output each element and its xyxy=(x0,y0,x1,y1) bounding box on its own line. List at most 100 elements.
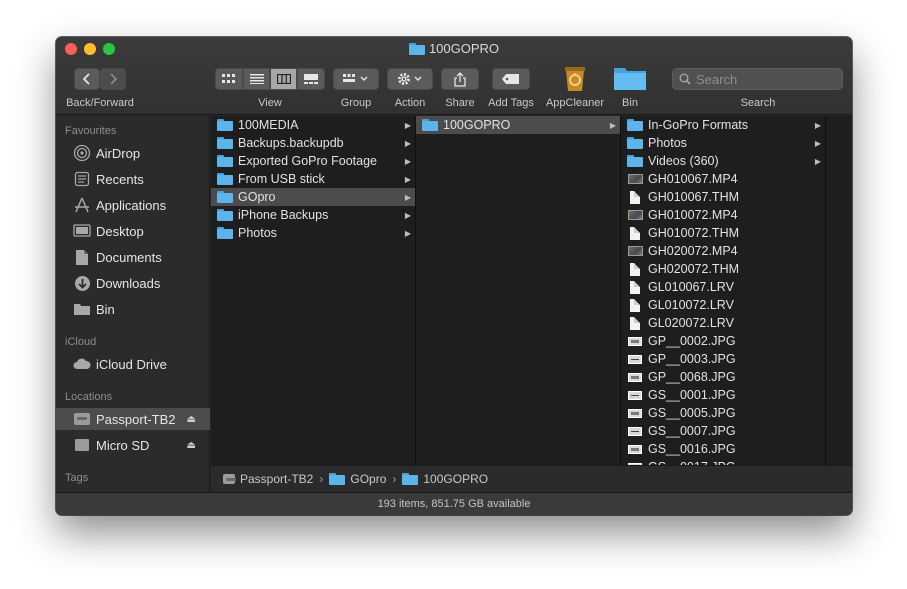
list-view-button[interactable] xyxy=(243,68,270,90)
share-button[interactable] xyxy=(441,68,479,90)
path-segment[interactable]: 100GOPRO xyxy=(423,472,488,486)
file-row[interactable]: GH010072.THM xyxy=(621,224,825,242)
file-row[interactable]: GH020072.THM xyxy=(621,260,825,278)
back-button[interactable] xyxy=(74,68,100,90)
action-label: Action xyxy=(394,97,426,109)
folder-row[interactable]: GOpro ▶ xyxy=(211,188,415,206)
sidebar-item-label: Passport-TB2 xyxy=(96,411,176,427)
folder-icon xyxy=(627,118,643,132)
folder-row[interactable]: Photos ▶ xyxy=(211,224,415,242)
file-row[interactable]: GS__0005.JPG xyxy=(621,404,825,422)
action-button[interactable] xyxy=(387,68,433,90)
path-segment[interactable]: Passport-TB2 xyxy=(240,472,313,486)
document-icon xyxy=(627,298,643,312)
gallery-icon xyxy=(304,74,318,84)
item-name: GS__0001.JPG xyxy=(648,388,736,402)
sidebar-item-icloud-drive[interactable]: iCloud Drive xyxy=(56,353,210,375)
group-button[interactable] xyxy=(333,68,379,90)
folder-row[interactable]: In-GoPro Formats ▶ xyxy=(621,116,825,134)
sidebar-item-recents[interactable]: Recents xyxy=(56,168,210,190)
path-separator: › xyxy=(319,472,324,486)
group-icon xyxy=(343,74,368,82)
folder-row[interactable]: From USB stick ▶ xyxy=(211,170,415,188)
sidebar-item-label: Documents xyxy=(96,249,162,265)
search-input[interactable]: Search xyxy=(672,68,843,90)
file-row[interactable]: GP__0002.JPG xyxy=(621,332,825,350)
sidebar-item-passport-tb2[interactable]: Passport-TB2 ⏏ xyxy=(56,408,210,430)
browser-column-1: 100MEDIA ▶ Backups.backupdb ▶ Exported GoPro… xyxy=(211,116,416,465)
disclosure-arrow-icon: ▶ xyxy=(404,156,411,166)
sidebar-item-airdrop[interactable]: AirDrop xyxy=(56,142,210,164)
folder-row[interactable]: iPhone Backups ▶ xyxy=(211,206,415,224)
image-icon xyxy=(627,334,643,348)
item-name: Videos (360) xyxy=(648,154,719,168)
file-row[interactable]: GH010067.THM xyxy=(621,188,825,206)
appcleaner-button[interactable] xyxy=(562,64,588,92)
document-icon xyxy=(627,262,643,276)
file-row[interactable]: GH020072.MP4 xyxy=(621,242,825,260)
path-separator: › xyxy=(392,472,397,486)
bin-toolbar-button[interactable] xyxy=(613,64,647,92)
image-icon xyxy=(627,406,643,420)
file-row[interactable]: GP__0068.JPG xyxy=(621,368,825,386)
sidebar-item-applications[interactable]: Applications xyxy=(56,194,210,216)
sidebar-item-documents[interactable]: Documents xyxy=(56,246,210,268)
item-name: GS__0016.JPG xyxy=(648,442,736,456)
file-row[interactable]: GS__0001.JPG xyxy=(621,386,825,404)
sidebar-item-micro-sd[interactable]: Micro SD ⏏ xyxy=(56,434,210,456)
add-tags-label: Add Tags xyxy=(488,97,534,109)
file-row[interactable]: GL010072.LRV xyxy=(621,296,825,314)
search-label: Search xyxy=(740,97,776,109)
image-icon xyxy=(627,442,643,456)
sidebar-item-label: Bin xyxy=(96,301,115,317)
path-bar: Passport-TB2 › GOpro › 100GOPRO xyxy=(211,465,852,492)
file-row[interactable]: GH010067.MP4 xyxy=(621,170,825,188)
recents-icon xyxy=(72,170,92,188)
path-segment[interactable]: GOpro xyxy=(350,472,386,486)
document-icon xyxy=(627,190,643,204)
file-row[interactable]: GS__0016.JPG xyxy=(621,440,825,458)
folder-row[interactable]: 100GOPRO ▶ xyxy=(416,116,620,134)
file-row[interactable]: GL020072.LRV xyxy=(621,314,825,332)
add-tags-button[interactable] xyxy=(492,68,530,90)
forward-button[interactable] xyxy=(100,68,126,90)
file-row[interactable]: GS__0007.JPG xyxy=(621,422,825,440)
folder-row[interactable]: Backups.backupdb ▶ xyxy=(211,134,415,152)
image-icon xyxy=(627,370,643,384)
chevron-left-icon xyxy=(83,73,90,85)
sidebar-item-downloads[interactable]: Downloads xyxy=(56,272,210,294)
document-icon xyxy=(627,316,643,330)
folder-row[interactable]: Photos ▶ xyxy=(621,134,825,152)
view-label: View xyxy=(258,97,282,109)
folder-row[interactable]: 100MEDIA ▶ xyxy=(211,116,415,134)
bin-label: Bin xyxy=(622,97,638,109)
icon-view-button[interactable] xyxy=(215,68,243,90)
file-row[interactable]: GP__0003.JPG xyxy=(621,350,825,368)
sidebar-item-label: Downloads xyxy=(96,275,161,291)
item-name: GP__0002.JPG xyxy=(648,334,736,348)
sidebar-item-desktop[interactable]: Desktop xyxy=(56,220,210,242)
disclosure-arrow-icon: ▶ xyxy=(814,138,821,148)
appcleaner-label: AppCleaner xyxy=(545,97,605,109)
file-row[interactable]: GS__0017.JPG xyxy=(621,458,825,465)
sidebar-item-bin[interactable]: Bin xyxy=(56,298,210,320)
folder-row[interactable]: Videos (360) ▶ xyxy=(621,152,825,170)
external-disk-icon xyxy=(223,474,236,484)
file-row[interactable]: GL010067.LRV xyxy=(621,278,825,296)
file-row[interactable]: GH010072.MP4 xyxy=(621,206,825,224)
sidebar-item-label: Recents xyxy=(96,171,144,187)
sidebar-item-label: Micro SD xyxy=(96,437,150,453)
folder-row[interactable]: Exported GoPro Footage ▶ xyxy=(211,152,415,170)
eject-icon[interactable]: ⏏ xyxy=(187,440,196,451)
item-name: GH010067.THM xyxy=(648,190,740,204)
column-view-button[interactable] xyxy=(270,68,297,90)
item-name: 100GOPRO xyxy=(443,118,511,132)
finder-window: 100GOPRO Back/Forward View Group Action … xyxy=(56,37,852,515)
folder-icon xyxy=(217,208,233,222)
item-name: 100MEDIA xyxy=(238,118,299,132)
gallery-view-button[interactable] xyxy=(297,68,325,90)
search-placeholder: Search xyxy=(696,71,738,87)
item-name: Photos xyxy=(648,136,687,150)
eject-icon[interactable]: ⏏ xyxy=(187,414,196,425)
folder-icon xyxy=(329,473,346,485)
